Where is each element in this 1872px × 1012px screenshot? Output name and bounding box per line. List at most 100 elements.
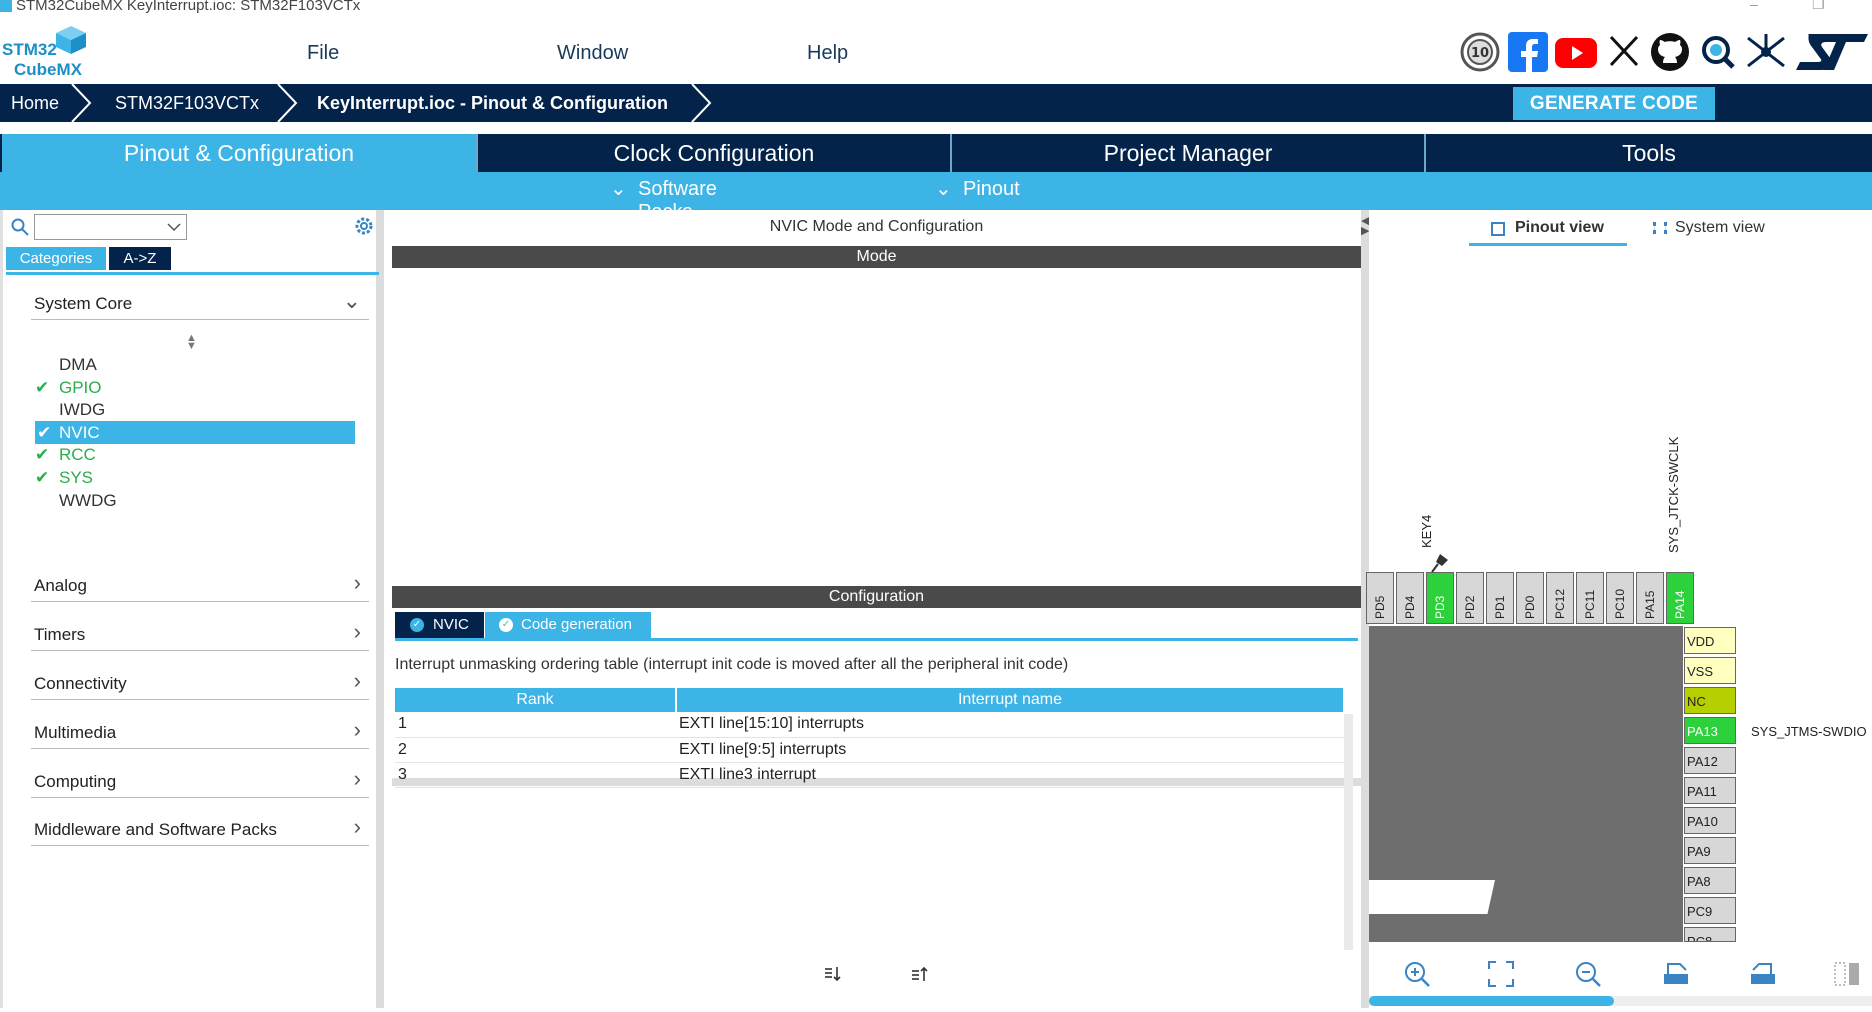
table-row[interactable]: 1 EXTI line[15:10] interrupts	[395, 712, 1344, 738]
tab-clock-configuration[interactable]: Clock Configuration	[476, 134, 950, 172]
sort-arrows-icon[interactable]: ▲ ▼	[186, 333, 197, 352]
column-header-rank[interactable]: Rank	[395, 688, 677, 712]
check-circle-icon: ✓	[410, 618, 424, 632]
search-icon	[11, 218, 29, 236]
zoom-in-icon[interactable]	[1403, 960, 1431, 988]
split-view-icon[interactable]	[1834, 962, 1860, 986]
config-tab-nvic[interactable]: ✓ NVIC	[395, 612, 484, 638]
menu-file[interactable]: File	[307, 42, 339, 65]
category-computing[interactable]: Computing ›	[31, 758, 369, 798]
facebook-icon[interactable]	[1508, 32, 1548, 72]
community-icon[interactable]	[1700, 34, 1736, 70]
pin-pa11[interactable]: PA11	[1684, 777, 1736, 804]
tab-pinout-configuration[interactable]: Pinout & Configuration	[2, 134, 476, 172]
pin-pc11[interactable]: PC11	[1576, 572, 1604, 624]
category-analog[interactable]: Analog ›	[31, 562, 369, 602]
pin-label: PD2	[1463, 595, 1477, 619]
pin-pa10[interactable]: PA10	[1684, 807, 1736, 834]
pin-pc8[interactable]: PC8	[1684, 927, 1736, 942]
gear-icon[interactable]	[353, 215, 375, 237]
pin-pd4[interactable]: PD4	[1396, 572, 1424, 624]
pin-pd2[interactable]: PD2	[1456, 572, 1484, 624]
config-tab-code-generation[interactable]: ✓ Code generation	[485, 612, 651, 638]
pin-pd0[interactable]: PD0	[1516, 572, 1544, 624]
st-logo-icon[interactable]	[1796, 32, 1868, 72]
category-system-core[interactable]: System Core ⌄	[31, 280, 369, 320]
table-row[interactable]: 2 EXTI line[9:5] interrupts	[395, 737, 1344, 763]
chevron-right-icon: ›	[353, 619, 361, 644]
move-up-icon[interactable]	[909, 964, 929, 984]
network-icon[interactable]	[1744, 32, 1788, 72]
table-scrollbar[interactable]	[1344, 714, 1353, 950]
pin-vdd[interactable]: VDD	[1684, 627, 1736, 654]
category-middleware[interactable]: Middleware and Software Packs ›	[31, 806, 369, 846]
breadcrumb-device[interactable]: STM32F103VCTx	[115, 93, 259, 114]
category-label: Connectivity	[34, 674, 127, 693]
pin-pc12[interactable]: PC12	[1546, 572, 1574, 624]
window-title: STM32CubeMX KeyInterrupt.ioc: STM32F103V…	[16, 0, 361, 14]
system-core-item-iwdg[interactable]: IWDG	[35, 398, 355, 421]
rotate-left-icon[interactable]	[1662, 960, 1690, 986]
horizontal-scrollbar-thumb[interactable]	[1369, 996, 1614, 1006]
pin-pd5[interactable]: PD5	[1366, 572, 1394, 624]
pinout-view-tab[interactable]: Pinout view	[1469, 216, 1627, 246]
system-core-item-dma[interactable]: DMA	[35, 353, 355, 376]
anniversary-badge-icon[interactable]: 10	[1460, 32, 1500, 72]
pin-pc10[interactable]: PC10	[1606, 572, 1634, 624]
check-circle-icon: ✓	[499, 618, 513, 632]
pin-pa15[interactable]: PA15	[1636, 572, 1664, 624]
generate-code-button[interactable]: GENERATE CODE	[1513, 87, 1715, 120]
tab-categories[interactable]: Categories	[6, 247, 106, 270]
category-timers[interactable]: Timers ›	[31, 611, 369, 651]
youtube-icon[interactable]	[1555, 38, 1597, 68]
restore-button[interactable]: ❐	[1812, 0, 1825, 13]
menu-window[interactable]: Window	[557, 42, 628, 65]
table-header-row: Rank Interrupt name	[395, 688, 1345, 712]
pin-pc9[interactable]: PC9	[1684, 897, 1736, 924]
pin-pa8[interactable]: PA8	[1684, 867, 1736, 894]
pin-label: PA14	[1673, 590, 1687, 619]
pin-pa9[interactable]: PA9	[1684, 837, 1736, 864]
move-down-icon[interactable]	[822, 964, 842, 984]
pin-vss[interactable]: VSS	[1684, 657, 1736, 684]
menu-help[interactable]: Help	[807, 42, 848, 65]
pin-label: PD1	[1493, 595, 1507, 619]
system-core-item-sys[interactable]: ✔ SYS	[35, 466, 355, 489]
category-connectivity[interactable]: Connectivity ›	[31, 660, 369, 700]
logo-cube-icon	[56, 26, 86, 54]
breadcrumb-home[interactable]: Home	[11, 93, 59, 114]
pin-pa13[interactable]: PA13	[1684, 717, 1736, 744]
breadcrumb-separator-icon	[276, 83, 300, 123]
rotate-right-icon[interactable]	[1749, 960, 1777, 986]
pin-label: PD4	[1403, 595, 1417, 619]
github-icon[interactable]	[1650, 32, 1690, 72]
tab-a-z[interactable]: A->Z	[109, 247, 171, 270]
category-multimedia[interactable]: Multimedia ›	[31, 709, 369, 749]
pin-nc[interactable]: NC	[1684, 687, 1736, 714]
pin-pd1[interactable]: PD1	[1486, 572, 1514, 624]
system-core-item-nvic[interactable]: ✔ NVIC	[35, 420, 355, 444]
system-view-tab[interactable]: System view	[1649, 216, 1789, 246]
search-dropdown-chevron-icon[interactable]	[165, 218, 183, 236]
stm32cubemx-logo: STM32 CubeMX	[0, 26, 90, 80]
system-core-item-gpio[interactable]: ✔ GPIO	[35, 376, 355, 399]
pin-pa12[interactable]: PA12	[1684, 747, 1736, 774]
pin-pd3[interactable]: PD3	[1426, 572, 1454, 624]
column-header-interrupt-name[interactable]: Interrupt name	[676, 688, 1345, 712]
system-core-item-wwdg[interactable]: WWDG	[35, 489, 355, 512]
tab-tools[interactable]: Tools	[1424, 134, 1872, 172]
table-row[interactable]: 3 EXTI line3 interrupt	[395, 762, 1344, 788]
x-icon[interactable]	[1608, 34, 1640, 68]
breadcrumb-separator-icon	[690, 83, 714, 123]
tab-project-manager[interactable]: Project Manager	[950, 134, 1424, 172]
fit-screen-icon[interactable]	[1488, 961, 1514, 987]
pin-pa14[interactable]: PA14	[1666, 572, 1694, 624]
category-label: Computing	[34, 772, 117, 791]
interrupt-order-table: Rank Interrupt name 1 EXTI line[15:10] in…	[395, 688, 1345, 788]
minimize-button[interactable]: –	[1750, 0, 1758, 12]
system-core-item-rcc[interactable]: ✔ RCC	[35, 443, 355, 466]
breadcrumb-project[interactable]: KeyInterrupt.ioc - Pinout & Configuratio…	[317, 93, 668, 114]
chevron-right-icon: ›	[353, 814, 361, 839]
zoom-out-icon[interactable]	[1574, 960, 1602, 988]
pushpin-icon[interactable]	[1430, 552, 1450, 574]
